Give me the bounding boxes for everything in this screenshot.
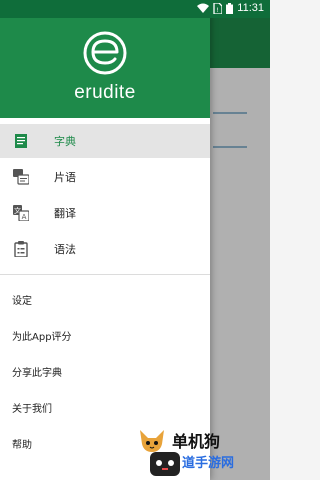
- watermark-text: 单机狗: [172, 432, 221, 451]
- svg-text:A: A: [22, 213, 27, 221]
- translate-icon: 文 A: [13, 205, 29, 221]
- navigation-drawer: erudite 字典 片语 文 A 翻译 语法 设定 为此App评分 分享此字典…: [0, 0, 210, 480]
- menu-rate-app[interactable]: 为此App评分: [12, 328, 72, 343]
- status-time: 11:31: [237, 2, 264, 14]
- nav-label: 翻译: [54, 207, 76, 220]
- nav-item-translate[interactable]: 文 A 翻译: [0, 196, 210, 230]
- status-bar: ! 11:31: [0, 0, 270, 18]
- grammar-icon: [14, 241, 28, 257]
- wifi-icon: [197, 3, 210, 13]
- nav-item-phrases[interactable]: 片语: [0, 160, 210, 194]
- gamepad-icon: [150, 452, 180, 476]
- menu-settings[interactable]: 设定: [12, 292, 32, 307]
- brand-name: erudite: [74, 82, 136, 103]
- sim-icon: !: [213, 2, 223, 14]
- menu-help[interactable]: 帮助: [12, 436, 32, 451]
- nav-item-grammar[interactable]: 语法: [0, 232, 210, 266]
- menu-about[interactable]: 关于我们: [12, 400, 52, 415]
- phrases-icon: [13, 169, 29, 185]
- watermark: 单机狗 道手游网: [136, 428, 270, 480]
- battery-icon: [226, 2, 234, 14]
- menu-share[interactable]: 分享此字典: [12, 364, 62, 379]
- erudite-logo-icon: [83, 31, 127, 75]
- nav-item-dictionary[interactable]: 字典: [0, 124, 210, 158]
- nav-label: 字典: [54, 135, 76, 148]
- svg-text:!: !: [217, 7, 219, 14]
- nav-label: 片语: [54, 171, 76, 184]
- dictionary-icon: [15, 134, 27, 148]
- drawer-divider: [0, 274, 210, 275]
- nav-label: 语法: [54, 243, 76, 256]
- watermark-subtext: 道手游网: [182, 456, 235, 471]
